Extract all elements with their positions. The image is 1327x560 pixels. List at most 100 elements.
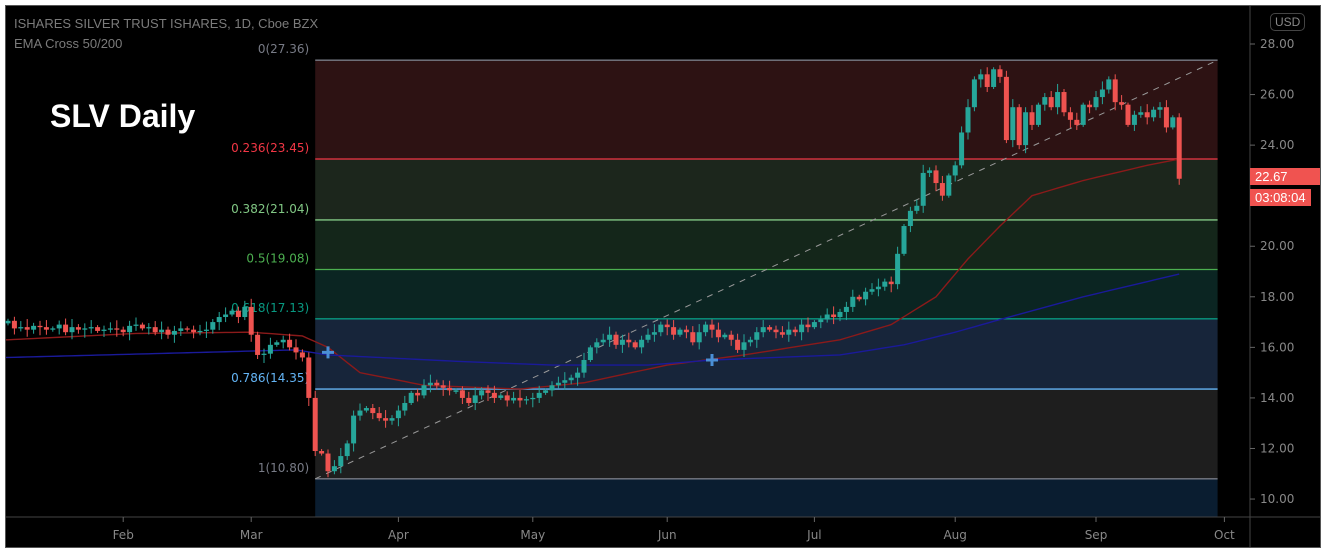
candle-body <box>671 327 677 335</box>
y-tick-label: 16.00 <box>1260 340 1294 354</box>
candle-body <box>543 390 549 393</box>
candle-body <box>1010 107 1016 141</box>
candle-body <box>882 281 888 287</box>
candle-body <box>1112 79 1118 103</box>
candle-body <box>127 325 133 333</box>
x-tick-label: Feb <box>113 528 134 542</box>
candle-body <box>229 310 235 315</box>
candle-body <box>523 399 529 401</box>
candle-body <box>427 382 433 386</box>
candle-body <box>773 329 779 333</box>
candle-body <box>517 397 523 401</box>
candle-body <box>895 253 901 285</box>
candle-body <box>568 377 574 381</box>
candle-body <box>907 210 913 227</box>
candle-body <box>805 324 811 328</box>
candle-body <box>594 342 600 348</box>
candle-body <box>1106 79 1112 90</box>
candle-body <box>901 226 907 254</box>
candle-body <box>549 385 555 391</box>
candle-body <box>850 296 856 307</box>
candle-body <box>114 328 120 330</box>
candle-body <box>101 329 107 331</box>
fib-level-label: 0(27.36) <box>258 42 309 56</box>
currency-button[interactable]: USD <box>1270 13 1306 31</box>
candle-body <box>658 324 664 333</box>
fib-zone <box>315 159 1218 220</box>
candle-body <box>715 329 721 338</box>
candle-body <box>965 107 971 133</box>
candle-body <box>626 339 632 343</box>
candle-body <box>267 344 273 354</box>
candle-body <box>856 296 862 300</box>
candle-body <box>754 332 760 340</box>
candle-body <box>991 69 997 87</box>
candle-body <box>242 306 248 318</box>
candle-body <box>376 413 382 419</box>
candle-body <box>351 415 357 444</box>
candle-body <box>1016 107 1022 146</box>
candle-body <box>747 339 753 343</box>
candle-body <box>11 320 17 329</box>
candle-body <box>959 132 965 166</box>
candle-body <box>786 329 792 335</box>
candle-body <box>389 418 395 421</box>
candle-body <box>75 327 81 330</box>
candle-body <box>24 327 30 330</box>
candle-body <box>581 360 587 373</box>
candle-body <box>735 339 741 350</box>
candle-body <box>152 327 158 333</box>
candle-body <box>82 328 88 330</box>
candle-body <box>869 289 875 292</box>
candle-body <box>178 328 184 331</box>
candle-body <box>146 327 152 329</box>
candle-body <box>651 332 657 335</box>
candle-body <box>607 334 613 340</box>
candle-body <box>1163 107 1169 128</box>
candle-body <box>120 329 126 333</box>
x-tick-label: Mar <box>240 528 263 542</box>
y-tick-label: 20.00 <box>1260 239 1294 253</box>
last-price-tag: 22.67 <box>1250 168 1320 185</box>
candle-body <box>248 306 254 335</box>
candle-body <box>306 357 312 398</box>
candle-body <box>1074 119 1080 125</box>
candle-body <box>664 324 670 328</box>
candle-body <box>319 451 325 454</box>
candle-body <box>421 385 427 396</box>
candle-body <box>370 408 376 414</box>
candle-body <box>1042 97 1048 105</box>
candle-body <box>613 334 619 345</box>
candle-body <box>203 329 209 331</box>
candle-body <box>811 322 817 328</box>
candle-body <box>1048 97 1054 108</box>
candle-body <box>56 324 62 329</box>
candle-body <box>261 353 267 355</box>
candle-body <box>491 392 497 398</box>
candle-body <box>191 329 197 333</box>
candle-body <box>920 172 926 206</box>
candle-body <box>5 320 11 324</box>
candle-body <box>344 443 350 457</box>
fib-zone <box>315 389 1218 479</box>
candle-body <box>1087 104 1093 108</box>
candle-body <box>395 410 401 419</box>
symbol-legend: ISHARES SILVER TRUST ISHARES, 1D, Cboe B… <box>14 16 319 31</box>
candle-body <box>363 408 369 411</box>
candle-body <box>831 314 837 318</box>
candle-body <box>453 390 459 392</box>
candle-body <box>933 170 939 184</box>
candle-body <box>779 332 785 335</box>
candle-body <box>1151 109 1157 118</box>
candle-body <box>683 329 689 333</box>
indicator-legend[interactable]: EMA Cross 50/200 <box>14 36 122 51</box>
candle-body <box>498 395 504 398</box>
x-tick-label: Sep <box>1085 528 1108 542</box>
candle-body <box>927 170 933 173</box>
candle-body <box>536 392 542 398</box>
price-chart[interactable]: 0(27.36) 0.236(23.45) 0.382(21.04) 0.5(19.0… <box>0 0 1327 560</box>
x-tick-label: Jun <box>657 528 677 542</box>
candle-body <box>466 397 472 403</box>
candle-body <box>587 347 593 360</box>
y-tick-label: 26.00 <box>1260 88 1294 102</box>
